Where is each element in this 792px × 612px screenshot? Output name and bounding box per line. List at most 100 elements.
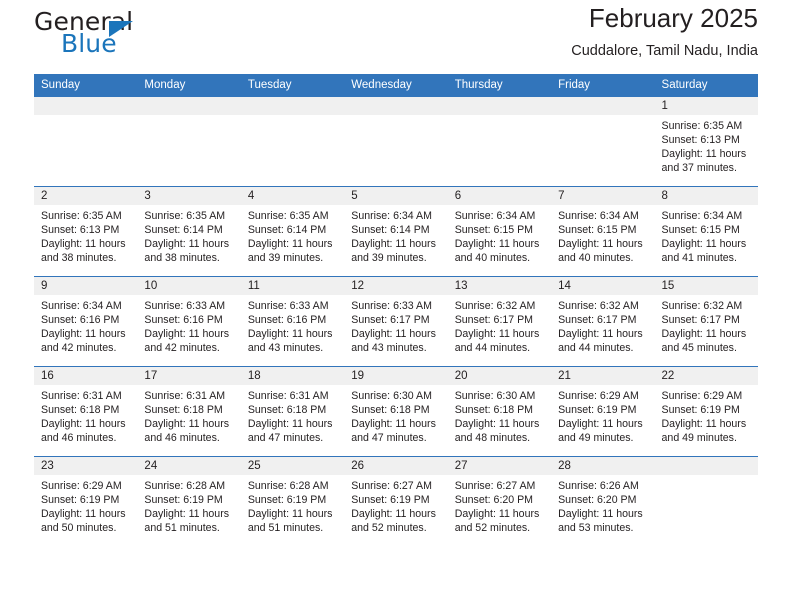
calendar-week-row: 23 Sunrise: 6:29 AM Sunset: 6:19 PM Dayligh… <box>34 456 758 546</box>
day-details: Sunrise: 6:30 AM Sunset: 6:18 PM Daylight:… <box>448 385 551 445</box>
sunset-text: Sunset: 6:19 PM <box>41 494 120 507</box>
day-details: Sunrise: 6:28 AM Sunset: 6:19 PM Daylight:… <box>137 475 240 535</box>
sunset-text: Sunset: 6:19 PM <box>558 404 637 417</box>
calendar-day-cell[interactable]: 10 Sunrise: 6:33 AM Sunset: 6:16 PM Dayligh… <box>137 276 241 367</box>
daylight-text: Daylight: 11 hours and 44 minutes. <box>454 328 540 355</box>
calendar-day-cell[interactable]: 28 Sunrise: 6:26 AM Sunset: 6:20 PM Dayligh… <box>551 456 655 546</box>
daylight-text: Daylight: 11 hours and 43 minutes. <box>351 328 436 355</box>
day-number: 13 <box>447 277 552 295</box>
daylight-text: Daylight: 11 hours and 37 minutes. <box>661 148 747 175</box>
calendar-day-cell[interactable]: 23 Sunrise: 6:29 AM Sunset: 6:19 PM Dayligh… <box>34 456 138 546</box>
calendar-day-cell[interactable]: 20 Sunrise: 6:30 AM Sunset: 6:18 PM Dayligh… <box>447 366 552 457</box>
day-number: 1 <box>654 97 758 115</box>
daylight-text: Daylight: 11 hours and 38 minutes. <box>41 238 126 265</box>
sunset-text: Sunset: 6:17 PM <box>558 314 637 327</box>
daylight-text: Daylight: 11 hours and 50 minutes. <box>41 508 126 535</box>
calendar-day-cell[interactable]: 22 Sunrise: 6:29 AM Sunset: 6:19 PM Dayligh… <box>654 366 758 457</box>
calendar-day-cell[interactable]: 24 Sunrise: 6:28 AM Sunset: 6:19 PM Dayligh… <box>137 456 241 546</box>
calendar-day-cell[interactable]: 16 Sunrise: 6:31 AM Sunset: 6:18 PM Dayligh… <box>34 366 138 457</box>
day-number: 27 <box>447 457 552 475</box>
sunrise-text: Sunrise: 6:32 AM <box>558 300 639 312</box>
calendar-day-cell[interactable]: 15 Sunrise: 6:32 AM Sunset: 6:17 PM Dayligh… <box>654 276 758 367</box>
calendar-day-cell[interactable]: 9 Sunrise: 6:34 AM Sunset: 6:16 PM Daylight… <box>34 276 138 367</box>
brand-logo[interactable]: General Blue <box>34 7 264 65</box>
sunrise-text: Sunrise: 6:26 AM <box>558 480 639 492</box>
calendar-day-cell[interactable]: 7 Sunrise: 6:34 AM Sunset: 6:15 PM Daylight… <box>551 186 655 277</box>
calendar-grid: Sunday Monday Tuesday Wednesday Thursday… <box>34 74 758 546</box>
daylight-text: Daylight: 11 hours and 52 minutes. <box>351 508 436 535</box>
calendar-day-cell[interactable]: 17 Sunrise: 6:31 AM Sunset: 6:18 PM Dayligh… <box>137 366 241 457</box>
day-number: 5 <box>344 187 448 205</box>
calendar-day-cell[interactable]: 19 Sunrise: 6:30 AM Sunset: 6:18 PM Dayligh… <box>344 366 448 457</box>
sunrise-text: Sunrise: 6:35 AM <box>41 210 122 222</box>
sunrise-text: Sunrise: 6:27 AM <box>454 480 536 492</box>
weekday-header-row: Sunday Monday Tuesday Wednesday Thursday… <box>34 74 758 97</box>
day-details: Sunrise: 6:29 AM Sunset: 6:19 PM Daylight:… <box>551 385 654 445</box>
day-number: 26 <box>344 457 448 475</box>
day-details: Sunrise: 6:31 AM Sunset: 6:18 PM Daylight:… <box>241 385 344 445</box>
calendar-day-cell[interactable]: 21 Sunrise: 6:29 AM Sunset: 6:19 PM Dayligh… <box>551 366 655 457</box>
day-details: Sunrise: 6:35 AM Sunset: 6:14 PM Daylight:… <box>137 205 240 265</box>
sunrise-text: Sunrise: 6:35 AM <box>247 210 329 222</box>
day-details: Sunrise: 6:35 AM Sunset: 6:13 PM Daylight:… <box>655 115 758 175</box>
day-number: 28 <box>551 457 655 475</box>
calendar-day-cell[interactable]: 4 Sunrise: 6:35 AM Sunset: 6:14 PM Daylight… <box>240 186 345 277</box>
calendar-day-cell[interactable]: 6 Sunrise: 6:34 AM Sunset: 6:15 PM Daylight… <box>447 186 552 277</box>
sunset-text: Sunset: 6:13 PM <box>661 134 740 147</box>
day-details: Sunrise: 6:28 AM Sunset: 6:19 PM Daylight:… <box>241 475 344 535</box>
calendar-day-cell[interactable]: 14 Sunrise: 6:32 AM Sunset: 6:17 PM Dayligh… <box>551 276 655 367</box>
daylight-text: Daylight: 11 hours and 42 minutes. <box>41 328 126 355</box>
calendar-day-cell-empty <box>551 96 655 187</box>
calendar-day-cell[interactable]: 27 Sunrise: 6:27 AM Sunset: 6:20 PM Dayligh… <box>447 456 552 546</box>
sunrise-text: Sunrise: 6:34 AM <box>351 210 432 222</box>
calendar-day-cell[interactable]: 3 Sunrise: 6:35 AM Sunset: 6:14 PM Daylight… <box>137 186 241 277</box>
sunrise-text: Sunrise: 6:35 AM <box>144 210 226 222</box>
day-number: 7 <box>551 187 655 205</box>
sunset-text: Sunset: 6:16 PM <box>41 314 120 327</box>
day-number: 16 <box>34 367 138 385</box>
sunset-text: Sunset: 6:20 PM <box>558 494 637 507</box>
daylight-text: Daylight: 11 hours and 46 minutes. <box>41 418 126 445</box>
day-number <box>654 457 758 475</box>
sunrise-text: Sunrise: 6:34 AM <box>454 210 536 222</box>
calendar-day-cell[interactable]: 12 Sunrise: 6:33 AM Sunset: 6:17 PM Dayligh… <box>344 276 448 367</box>
calendar-day-cell[interactable]: 5 Sunrise: 6:34 AM Sunset: 6:14 PM Daylight… <box>344 186 448 277</box>
day-details: Sunrise: 6:26 AM Sunset: 6:20 PM Daylight:… <box>551 475 654 535</box>
day-number: 4 <box>240 187 345 205</box>
day-details: Sunrise: 6:27 AM Sunset: 6:20 PM Daylight:… <box>448 475 551 535</box>
daylight-text: Daylight: 11 hours and 41 minutes. <box>661 238 747 265</box>
day-number <box>34 97 138 115</box>
daylight-text: Daylight: 11 hours and 48 minutes. <box>454 418 540 445</box>
weekday-wednesday: Wednesday <box>344 74 448 97</box>
calendar-day-cell[interactable]: 2 Sunrise: 6:35 AM Sunset: 6:13 PM Daylight… <box>34 186 138 277</box>
day-number <box>240 97 345 115</box>
day-number: 3 <box>137 187 241 205</box>
day-details: Sunrise: 6:29 AM Sunset: 6:19 PM Daylight:… <box>34 475 137 535</box>
sunrise-text: Sunrise: 6:28 AM <box>247 480 329 492</box>
calendar-day-cell[interactable]: 1 Sunrise: 6:35 AM Sunset: 6:13 PM Daylight… <box>654 96 758 187</box>
sunset-text: Sunset: 6:18 PM <box>247 404 327 417</box>
page-title: February 2025 <box>588 3 758 33</box>
sunset-text: Sunset: 6:17 PM <box>661 314 740 327</box>
sunset-text: Sunset: 6:15 PM <box>661 224 740 237</box>
sunset-text: Sunset: 6:17 PM <box>351 314 430 327</box>
page-location: Cuddalore, Tamil Nadu, India <box>571 43 758 59</box>
calendar-day-cell[interactable]: 25 Sunrise: 6:28 AM Sunset: 6:19 PM Dayligh… <box>240 456 345 546</box>
sunrise-text: Sunrise: 6:34 AM <box>41 300 122 312</box>
calendar-day-cell[interactable]: 11 Sunrise: 6:33 AM Sunset: 6:16 PM Dayligh… <box>240 276 345 367</box>
day-number: 2 <box>34 187 138 205</box>
weekday-monday: Monday <box>137 74 241 97</box>
calendar-day-cell[interactable]: 8 Sunrise: 6:34 AM Sunset: 6:15 PM Daylight… <box>654 186 758 277</box>
day-details: Sunrise: 6:32 AM Sunset: 6:17 PM Daylight:… <box>551 295 654 355</box>
sunset-text: Sunset: 6:14 PM <box>144 224 223 237</box>
calendar-day-cell[interactable]: 26 Sunrise: 6:27 AM Sunset: 6:19 PM Dayligh… <box>344 456 448 546</box>
calendar-day-cell-empty <box>447 96 552 187</box>
sunset-text: Sunset: 6:15 PM <box>454 224 534 237</box>
day-number: 12 <box>344 277 448 295</box>
daylight-text: Daylight: 11 hours and 49 minutes. <box>661 418 747 445</box>
calendar-day-cell[interactable]: 18 Sunrise: 6:31 AM Sunset: 6:18 PM Dayligh… <box>240 366 345 457</box>
sunrise-text: Sunrise: 6:30 AM <box>351 390 432 402</box>
day-details: Sunrise: 6:34 AM Sunset: 6:16 PM Daylight:… <box>34 295 137 355</box>
daylight-text: Daylight: 11 hours and 44 minutes. <box>558 328 643 355</box>
calendar-day-cell[interactable]: 13 Sunrise: 6:32 AM Sunset: 6:17 PM Dayligh… <box>447 276 552 367</box>
